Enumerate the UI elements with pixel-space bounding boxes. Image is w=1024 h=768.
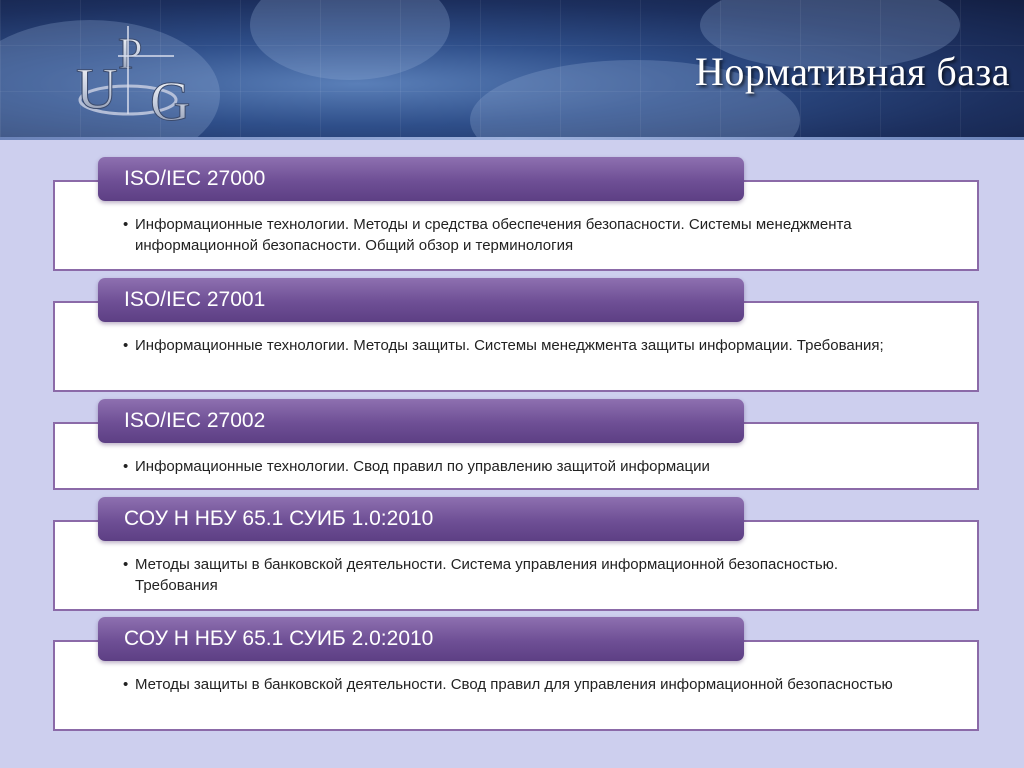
svg-text:U: U	[76, 56, 118, 121]
upg-logo: U P G	[70, 16, 210, 134]
header-divider	[0, 137, 1024, 140]
standard-description: Информационные технологии. Свод правил п…	[123, 456, 913, 477]
standard-description: Методы защиты в банковской деятельности.…	[123, 554, 913, 596]
standard-description: Информационные технологии. Методы и сред…	[123, 214, 913, 256]
svg-text:G: G	[150, 71, 190, 126]
standard-description: Методы защиты в банковской деятельности.…	[123, 674, 913, 695]
header-banner: U P G Нормативная база	[0, 0, 1024, 140]
standard-item: ISO/IEC 27002 Информационные технологии.…	[53, 399, 979, 493]
svg-text:P: P	[118, 29, 142, 78]
standard-label: ISO/IEC 27000	[98, 157, 744, 201]
standard-label: ISO/IEC 27002	[98, 399, 744, 443]
standard-item: ISO/IEC 27000 Информационные технологии.…	[53, 157, 979, 273]
page-title: Нормативная база	[694, 49, 1010, 94]
standard-label: СОУ Н НБУ 65.1 СУИБ 2.0:2010	[98, 617, 744, 661]
standard-label: СОУ Н НБУ 65.1 СУИБ 1.0:2010	[98, 497, 744, 541]
standard-item: ISO/IEC 27001 Информационные технологии.…	[53, 278, 979, 394]
standard-item: СОУ Н НБУ 65.1 СУИБ 2.0:2010 Методы защи…	[53, 617, 979, 733]
standard-item: СОУ Н НБУ 65.1 СУИБ 1.0:2010 Методы защи…	[53, 497, 979, 613]
standard-description: Информационные технологии. Методы защиты…	[123, 335, 913, 356]
standard-label: ISO/IEC 27001	[98, 278, 744, 322]
